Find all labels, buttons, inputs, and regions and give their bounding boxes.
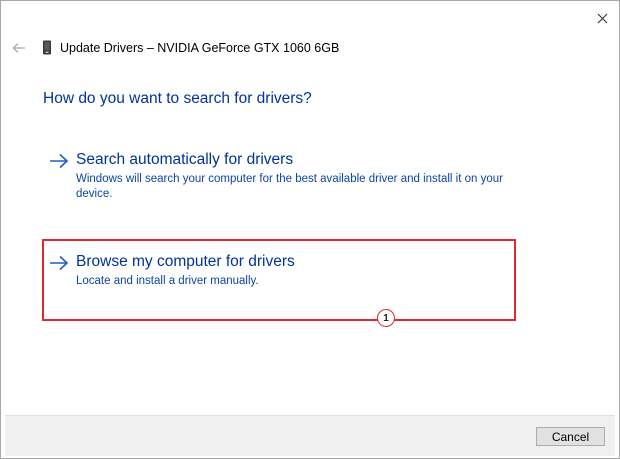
option-description: Windows will search your computer for th… xyxy=(76,173,503,200)
option-title: Search automatically for drivers xyxy=(76,151,294,168)
close-icon xyxy=(597,13,607,23)
footer-bar: Cancel xyxy=(5,415,615,456)
highlight-box xyxy=(42,239,516,321)
title-bar: Update Drivers – NVIDIA GeForce GTX 1060… xyxy=(1,35,619,61)
close-button[interactable] xyxy=(585,3,619,33)
display-adapter-icon xyxy=(43,40,51,55)
step-number-badge: 1 xyxy=(377,309,395,327)
window-title: Update Drivers – NVIDIA GeForce GTX 1060… xyxy=(60,41,340,55)
update-drivers-window: Update Drivers – NVIDIA GeForce GTX 1060… xyxy=(0,0,620,459)
back-arrow-icon xyxy=(12,43,25,53)
arrow-right-icon xyxy=(50,153,69,169)
back-button[interactable] xyxy=(9,39,29,57)
cancel-button[interactable]: Cancel xyxy=(536,427,605,446)
page-heading: How do you want to search for drivers? xyxy=(43,90,312,107)
